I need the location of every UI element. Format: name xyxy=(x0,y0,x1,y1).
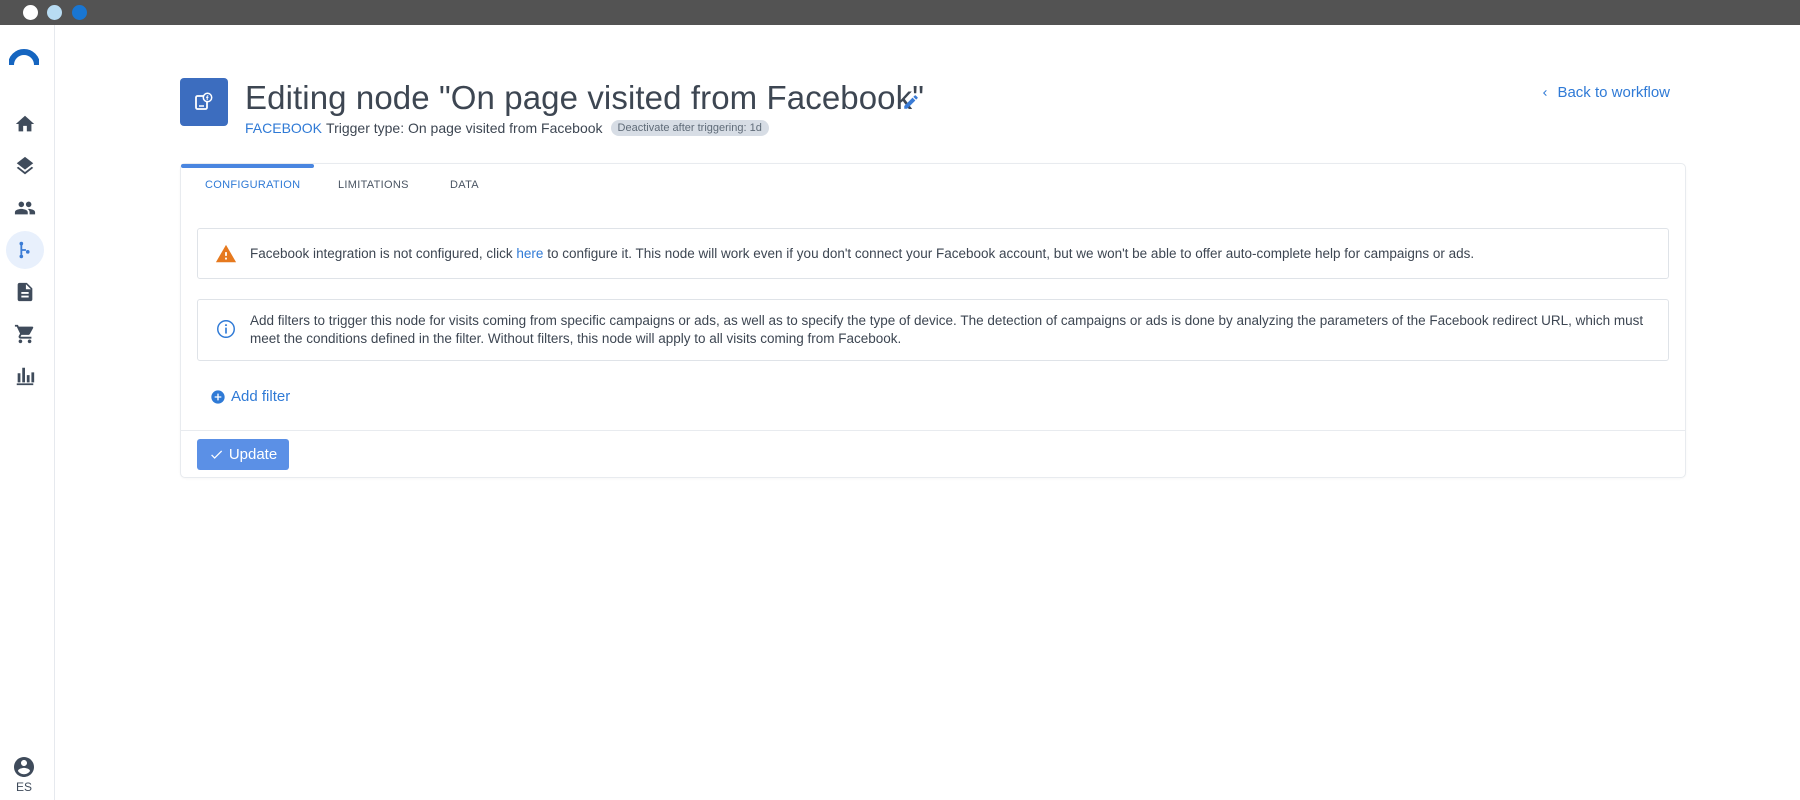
window-close-button[interactable] xyxy=(23,5,38,20)
node-subtitle: FACEBOOK Trigger type: On page visited f… xyxy=(245,120,769,136)
filters-info-alert: Add filters to trigger this node for vis… xyxy=(197,299,1669,361)
add-filter-label: Add filter xyxy=(231,388,291,405)
node-editor-card: CONFIGURATION LIMITATIONS DATA Facebook … xyxy=(180,163,1686,478)
window-maximize-button[interactable] xyxy=(72,5,87,20)
app-logo[interactable] xyxy=(9,45,39,65)
info-icon xyxy=(217,320,235,338)
source-link[interactable]: FACEBOOK xyxy=(245,120,322,136)
sidebar-item-documents[interactable] xyxy=(6,273,44,311)
tab-data[interactable]: DATA xyxy=(450,179,479,191)
trigger-type-text: Trigger type: On page visited from Faceb… xyxy=(326,120,603,136)
sidebar-item-layers[interactable] xyxy=(6,147,44,185)
edit-title-icon[interactable] xyxy=(902,93,920,111)
people-icon xyxy=(14,201,36,215)
sidebar-item-home[interactable] xyxy=(6,105,44,143)
user-menu[interactable]: ES xyxy=(8,755,40,794)
window-minimize-button[interactable] xyxy=(47,5,62,20)
account-circle-icon xyxy=(14,757,34,777)
sidebar: ES xyxy=(0,25,55,800)
back-to-workflow-link[interactable]: Back to workflow xyxy=(1539,84,1670,101)
window-titlebar xyxy=(0,0,1800,25)
document-icon xyxy=(17,282,33,302)
facebook-not-configured-alert: Facebook integration is not configured, … xyxy=(197,228,1669,279)
back-link-label: Back to workflow xyxy=(1557,84,1670,101)
tab-configuration[interactable]: CONFIGURATION xyxy=(205,179,300,191)
active-tab-indicator xyxy=(181,164,314,168)
warning-icon xyxy=(215,244,237,263)
bar-chart-icon xyxy=(16,367,35,386)
facebook-trigger-icon xyxy=(195,92,213,110)
update-button[interactable]: Update xyxy=(197,439,289,470)
node-type-icon xyxy=(180,78,228,126)
sidebar-item-contacts[interactable] xyxy=(6,189,44,227)
check-icon xyxy=(210,450,222,459)
cart-icon xyxy=(14,324,34,344)
tab-bar: CONFIGURATION LIMITATIONS DATA xyxy=(181,164,1685,204)
configure-here-link[interactable]: here xyxy=(516,246,543,261)
workflow-branch-icon xyxy=(19,241,30,259)
info-text: Add filters to trigger this node for vis… xyxy=(250,313,1644,346)
layers-icon xyxy=(16,156,34,175)
sidebar-item-workflows[interactable] xyxy=(6,231,44,269)
page-title: Editing node "On page visited from Faceb… xyxy=(245,79,925,116)
tab-limitations[interactable]: LIMITATIONS xyxy=(338,179,409,191)
home-icon xyxy=(15,115,35,132)
card-footer-divider xyxy=(181,430,1685,431)
sidebar-item-shop[interactable] xyxy=(6,315,44,353)
warning-text: Facebook integration is not configured, … xyxy=(250,246,1475,261)
update-label: Update xyxy=(228,446,278,463)
deactivate-badge: Deactivate after triggering: 1d xyxy=(610,120,769,136)
sidebar-item-reports[interactable] xyxy=(6,357,44,395)
add-filter-button[interactable]: Add filter xyxy=(210,388,290,405)
language-label: ES xyxy=(15,780,32,794)
chevron-left-icon xyxy=(1543,89,1548,96)
add-circle-icon xyxy=(211,389,225,404)
